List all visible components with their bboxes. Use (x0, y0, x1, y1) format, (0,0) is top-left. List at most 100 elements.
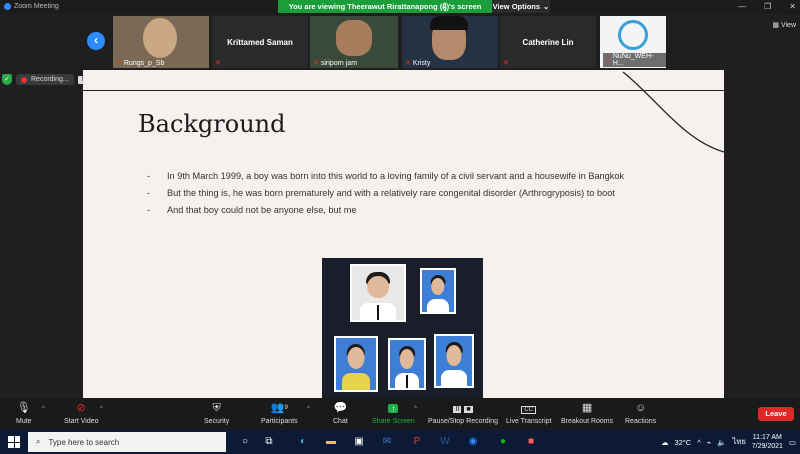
participant-gallery: ‹ ✕ Rungs_p_Sb Krittamed Saman ✕ ✕ sirip… (0, 14, 800, 68)
line-app-icon[interactable]: ● (496, 435, 510, 449)
chat-button[interactable]: 💬 Chat (333, 402, 348, 425)
view-button[interactable]: ▦ View (772, 21, 796, 30)
mic-muted-icon: ✕ (313, 60, 319, 67)
task-switch-icon[interactable]: ⧉ (262, 435, 276, 449)
start-video-button[interactable]: ⊘ Start Video (64, 402, 99, 425)
breakout-rooms-icon: ▦ (581, 402, 593, 414)
grid-view-icon: ▦ (772, 22, 779, 29)
photo-portrait (388, 338, 426, 390)
reactions-button[interactable]: ☺ Reactions (625, 402, 656, 425)
participant-name-tag: ✕ Kristy (405, 59, 430, 68)
audio-options-chevron-icon[interactable]: ^ (42, 406, 45, 412)
windows-taskbar: ⌕ Type here to search ○ ⧉ ◐ ▬ ▣ ✉ P W ◉ … (0, 430, 800, 454)
previous-page-button[interactable]: ‹ (87, 32, 105, 50)
powerpoint-icon[interactable]: P (410, 435, 424, 449)
shared-screen-area: ✓ Recording... II ■ Background - In 9th … (0, 68, 800, 398)
bullet-dash: - (147, 171, 151, 181)
task-view-icon[interactable]: ○ (238, 435, 252, 449)
participants-button[interactable]: 👥9 Participants (261, 402, 298, 425)
close-icon[interactable]: ✕ (789, 2, 796, 11)
participant-tile[interactable]: ✕ siriporn jam (310, 16, 398, 68)
restore-icon[interactable]: ❐ (764, 2, 771, 11)
bullet-item: - And that boy could not be anyone else,… (147, 204, 667, 216)
bullet-text: In 9th March 1999, a boy was born into t… (167, 171, 625, 181)
pause-stop-recording-button[interactable]: II ■ Pause/Stop Recording (428, 402, 498, 425)
app-title-text: Zoom Meeting (14, 3, 59, 10)
view-options-button[interactable]: View Options ⌄ (492, 0, 550, 13)
video-options-chevron-icon[interactable]: ^ (100, 406, 103, 412)
window-controls: — ❐ ✕ (738, 2, 796, 11)
word-icon[interactable]: W (438, 435, 452, 449)
participant-tile[interactable]: Krittamed Saman ✕ (212, 16, 308, 68)
chevron-down-icon: ⌄ (543, 2, 550, 11)
title-bar: Zoom Meeting You are viewing Theerawut R… (0, 0, 800, 14)
leave-button[interactable]: Leave (758, 407, 794, 421)
app-title: Zoom Meeting (4, 3, 59, 10)
mail-icon[interactable]: ✉ (380, 435, 394, 449)
security-button[interactable]: ⛨ Security (204, 402, 229, 425)
microphone-icon: 🎙 (16, 402, 31, 414)
share-options-chevron-icon[interactable]: ^ (414, 406, 417, 412)
speaker-icon[interactable]: 🔈 (717, 438, 726, 447)
participant-tile[interactable]: ✕ Kristy (402, 16, 498, 68)
bullet-dash: - (147, 188, 151, 198)
participant-video (336, 20, 372, 56)
mic-muted-icon: ✕ (405, 60, 411, 67)
recording-dot-icon (21, 76, 27, 83)
childhood-photos-image (322, 258, 483, 398)
recording-label: Recording... (31, 76, 69, 83)
taskbar-clock[interactable]: 11:17 AM 7/29/2021 (752, 433, 783, 451)
language-indicator[interactable]: ไทย (733, 436, 746, 448)
recording-pill: Recording... (16, 74, 74, 85)
security-shield-icon: ✓ (2, 74, 12, 85)
app-icon[interactable]: ■ (524, 435, 538, 449)
taskbar-search-input[interactable]: ⌕ Type here to search (28, 432, 226, 452)
participant-tile[interactable]: Catherine Lin ✕ (500, 16, 596, 68)
zoom-logo-icon (4, 3, 11, 10)
presentation-slide: Background - In 9th March 1999, a boy wa… (83, 70, 724, 398)
store-icon[interactable]: ▣ (352, 435, 366, 449)
bullet-text: And that boy could not be anyone else, b… (167, 205, 357, 215)
cc-badge: CC (521, 406, 537, 414)
participant-name: siriporn jam (320, 59, 358, 67)
live-transcript-button[interactable]: CC Live Transcript (506, 402, 552, 425)
view-options-label: View Options (492, 2, 541, 11)
notifications-icon[interactable]: ▭ (789, 438, 796, 447)
participant-tile[interactable]: ✕ Rungs_p_Sb (113, 16, 209, 68)
share-screen-icon: ↑ (388, 402, 399, 415)
minimize-icon[interactable]: — (738, 2, 746, 11)
search-placeholder: Type here to search (48, 437, 120, 447)
slide-bullet-list: - In 9th March 1999, a boy was born into… (147, 170, 667, 221)
participant-name-tag: ✕ (215, 59, 221, 67)
bullet-dash: - (147, 205, 151, 215)
breakout-rooms-button[interactable]: ▦ Breakout Rooms (561, 402, 613, 425)
pause-stop-icon: II ■ (453, 406, 473, 413)
participant-name: Catherine Lin (522, 38, 574, 47)
photo-portrait (334, 336, 378, 392)
edge-browser-icon[interactable]: ◐ (296, 435, 310, 449)
participant-name-tag: ✕ siriporn jam (313, 59, 358, 68)
file-explorer-icon[interactable]: ▬ (324, 435, 338, 449)
windows-start-icon[interactable] (8, 436, 20, 448)
zoom-app-icon[interactable]: ◉ (466, 435, 480, 449)
photo-portrait (434, 334, 474, 388)
mic-muted-icon: ✕ (605, 57, 611, 64)
mic-muted-icon: ✕ (503, 60, 509, 67)
organization-logo (618, 20, 648, 50)
tray-chevron-icon[interactable]: ^ (697, 438, 701, 447)
participant-name-tag: ✕ NuNu_WEH-H... (603, 53, 666, 67)
network-icon[interactable]: ⌁ (707, 438, 712, 447)
mute-button[interactable]: 🎙 Mute (16, 402, 32, 425)
meeting-toolbar: 🎙 Mute ^ ⊘ Start Video ^ ⛨ Security 👥9 P… (0, 398, 800, 430)
smiley-icon: ☺ (634, 402, 647, 414)
participants-options-chevron-icon[interactable]: ^ (307, 406, 310, 412)
participant-tile[interactable]: ✕ NuNu_WEH-H... (600, 16, 666, 68)
clock-time: 11:17 AM (752, 434, 782, 441)
share-screen-label: Share Screen (372, 418, 415, 425)
clock-date: 7/29/2021 (751, 443, 783, 450)
photo-portrait (420, 268, 456, 314)
share-screen-button[interactable]: ↑ Share Screen (372, 402, 415, 425)
bullet-item: - In 9th March 1999, a boy was born into… (147, 170, 667, 182)
reactions-label: Reactions (625, 418, 657, 425)
live-transcript-label: Live Transcript (506, 418, 552, 425)
